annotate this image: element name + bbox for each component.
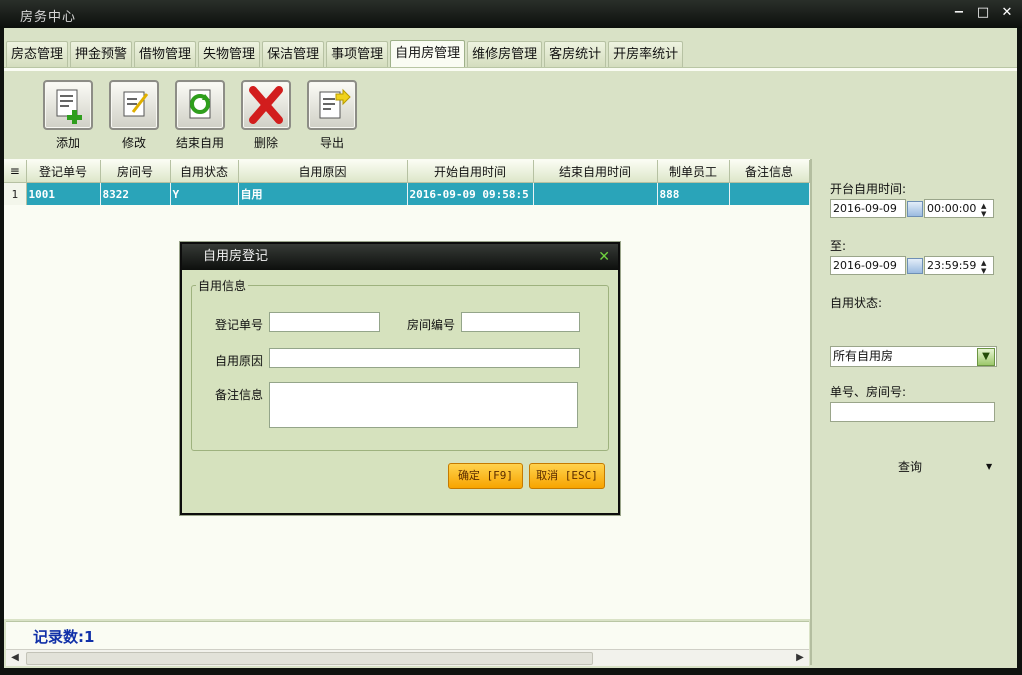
delete-button[interactable]: 删除 — [238, 80, 294, 150]
confirm-button[interactable]: 确定 [F9] — [448, 463, 523, 489]
close-icon[interactable]: ✕ — [598, 244, 610, 270]
calendar-icon[interactable] — [907, 258, 923, 274]
app-window: 房务中心 − □ ✕ 房态管理 押金预警 借物管理 失物管理 保洁管理 事项管理… — [0, 0, 1022, 675]
add-label: 添加 — [55, 136, 80, 150]
col-header[interactable]: 登记单号 — [26, 160, 101, 183]
spin-up-icon[interactable]: ▲ — [981, 259, 989, 267]
tab-borrow[interactable]: 借物管理 — [134, 41, 197, 67]
spin-down-icon[interactable]: ▼ — [981, 210, 989, 218]
edit-icon — [123, 91, 149, 117]
scroll-left-icon[interactable]: ◀ — [8, 651, 22, 665]
spin-up-icon[interactable]: ▲ — [981, 202, 989, 210]
grid-menu-icon[interactable]: ≡ — [4, 160, 27, 183]
self-use-register-dialog: 自用房登记 ✕ 自用信息 登记单号 房间编号 自用原因 备注信息 确定 [F9]… — [180, 242, 620, 515]
end-date-input[interactable]: 2016-09-09 — [830, 256, 906, 275]
number-filter-label: 单号、房间号: — [830, 385, 907, 399]
cancel-button[interactable]: 取消 [ESC] — [529, 463, 605, 489]
maximize-button[interactable]: □ — [976, 5, 990, 20]
horizontal-scrollbar[interactable]: ◀ ▶ — [6, 649, 809, 666]
tab-lost-found[interactable]: 失物管理 — [198, 41, 261, 67]
tab-repair-room[interactable]: 维修房管理 — [467, 41, 543, 67]
query-label: 查询 — [898, 460, 923, 474]
refresh-icon — [189, 89, 211, 119]
cell-start-time[interactable]: 2016-09-09 09:58:5 — [407, 182, 534, 205]
col-header[interactable]: 开始自用时间 — [407, 160, 534, 183]
tab-matters[interactable]: 事项管理 — [326, 41, 389, 67]
start-time-label: 开台自用时间: — [830, 182, 907, 196]
spin-down-icon[interactable]: ▼ — [981, 267, 989, 275]
window-title: 房务中心 — [20, 10, 77, 25]
chevron-down-icon[interactable]: ▼ — [977, 348, 995, 366]
room-no-input[interactable] — [461, 312, 580, 332]
cell-end-time[interactable] — [533, 182, 658, 205]
add-button[interactable]: 添加 — [40, 80, 96, 150]
scroll-right-icon[interactable]: ▶ — [793, 651, 807, 665]
window-controls: − □ ✕ — [952, 5, 1014, 20]
note-textarea[interactable] — [269, 382, 578, 428]
reason-input[interactable] — [269, 348, 580, 368]
edit-button[interactable]: 修改 — [106, 80, 162, 150]
tab-occupancy-stats[interactable]: 开房率统计 — [608, 41, 684, 67]
to-label: 至: — [830, 239, 847, 253]
tab-room-status[interactable]: 房态管理 — [6, 41, 69, 67]
reg-no-input[interactable] — [269, 312, 380, 332]
close-button[interactable]: ✕ — [1000, 5, 1014, 20]
number-search-input[interactable] — [830, 402, 995, 422]
query-button[interactable]: 查询 ▼ — [874, 458, 994, 476]
filter-panel: 开台自用时间: 2016-09-09 00:00:00 ▲ ▼ 至: 2016-… — [812, 159, 1017, 665]
status-filter-label: 自用状态: — [830, 296, 883, 310]
grid-header-row: ≡ 登记单号 房间号 自用状态 自用原因 开始自用时间 结束自用时间 制单员工 … — [4, 160, 810, 183]
col-header[interactable]: 备注信息 — [729, 160, 810, 183]
export-label: 导出 — [319, 136, 344, 150]
tab-cleaning[interactable]: 保洁管理 — [262, 41, 325, 67]
tab-bar: 房态管理 押金预警 借物管理 失物管理 保洁管理 事项管理 自用房管理 维修房管… — [6, 40, 685, 68]
cell-reason[interactable]: 自用 — [238, 182, 408, 205]
col-header[interactable]: 自用原因 — [238, 160, 408, 183]
cell-room-no[interactable]: 8322 — [100, 182, 171, 205]
tab-room-stats[interactable]: 客房统计 — [544, 41, 607, 67]
cell-reg-no[interactable]: 1001 — [26, 182, 101, 205]
cell-status[interactable]: Y — [170, 182, 239, 205]
start-date-input[interactable]: 2016-09-09 — [830, 199, 906, 218]
note-label: 备注信息 — [215, 388, 264, 402]
end-self-use-label: 结束自用 — [175, 136, 224, 150]
dropdown-arrow-icon[interactable]: ▼ — [986, 458, 992, 476]
delete-label: 删除 — [253, 136, 278, 150]
calendar-icon[interactable] — [907, 201, 923, 217]
status-bar: 记录数:1 — [6, 621, 809, 650]
room-no-label: 房间编号 — [407, 318, 456, 332]
col-header[interactable]: 房间号 — [100, 160, 171, 183]
col-header[interactable]: 结束自用时间 — [533, 160, 658, 183]
reg-no-label: 登记单号 — [215, 318, 264, 332]
scroll-thumb[interactable] — [26, 652, 593, 665]
add-document-icon — [56, 89, 82, 124]
dialog-title: 自用房登记 — [203, 249, 269, 264]
export-icon — [319, 88, 351, 119]
title-bar[interactable]: 房务中心 − □ ✕ — [0, 0, 1022, 28]
col-header[interactable]: 制单员工 — [657, 160, 730, 183]
record-count: 记录数:1 — [33, 628, 95, 646]
grid-table: ≡ 登记单号 房间号 自用状态 自用原因 开始自用时间 结束自用时间 制单员工 … — [4, 160, 810, 205]
delete-x-icon — [249, 86, 283, 124]
reason-label: 自用原因 — [215, 354, 264, 368]
status-select-value: 所有自用房 — [833, 349, 894, 363]
cell-note[interactable] — [729, 182, 810, 205]
tab-self-use-room[interactable]: 自用房管理 — [390, 40, 466, 68]
group-legend: 自用信息 — [196, 277, 249, 294]
tab-underline — [4, 67, 1017, 71]
col-header[interactable]: 自用状态 — [170, 160, 239, 183]
minimize-button[interactable]: − — [952, 5, 966, 20]
export-button[interactable]: 导出 — [304, 80, 360, 150]
end-self-use-button[interactable]: 结束自用 — [172, 80, 228, 150]
toolbar: 添加 修改 结束自用 删除 导出 — [40, 80, 370, 150]
cell-staff[interactable]: 888 — [657, 182, 730, 205]
row-number: 1 — [4, 182, 27, 205]
tab-deposit-alert[interactable]: 押金预警 — [70, 41, 133, 67]
status-select[interactable]: 所有自用房 ▼ — [830, 346, 997, 367]
table-row[interactable]: 1 1001 8322 Y 自用 2016-09-09 09:58:5 888 — [4, 182, 810, 205]
edit-label: 修改 — [121, 136, 146, 150]
dialog-title-bar[interactable]: 自用房登记 ✕ — [182, 244, 618, 270]
